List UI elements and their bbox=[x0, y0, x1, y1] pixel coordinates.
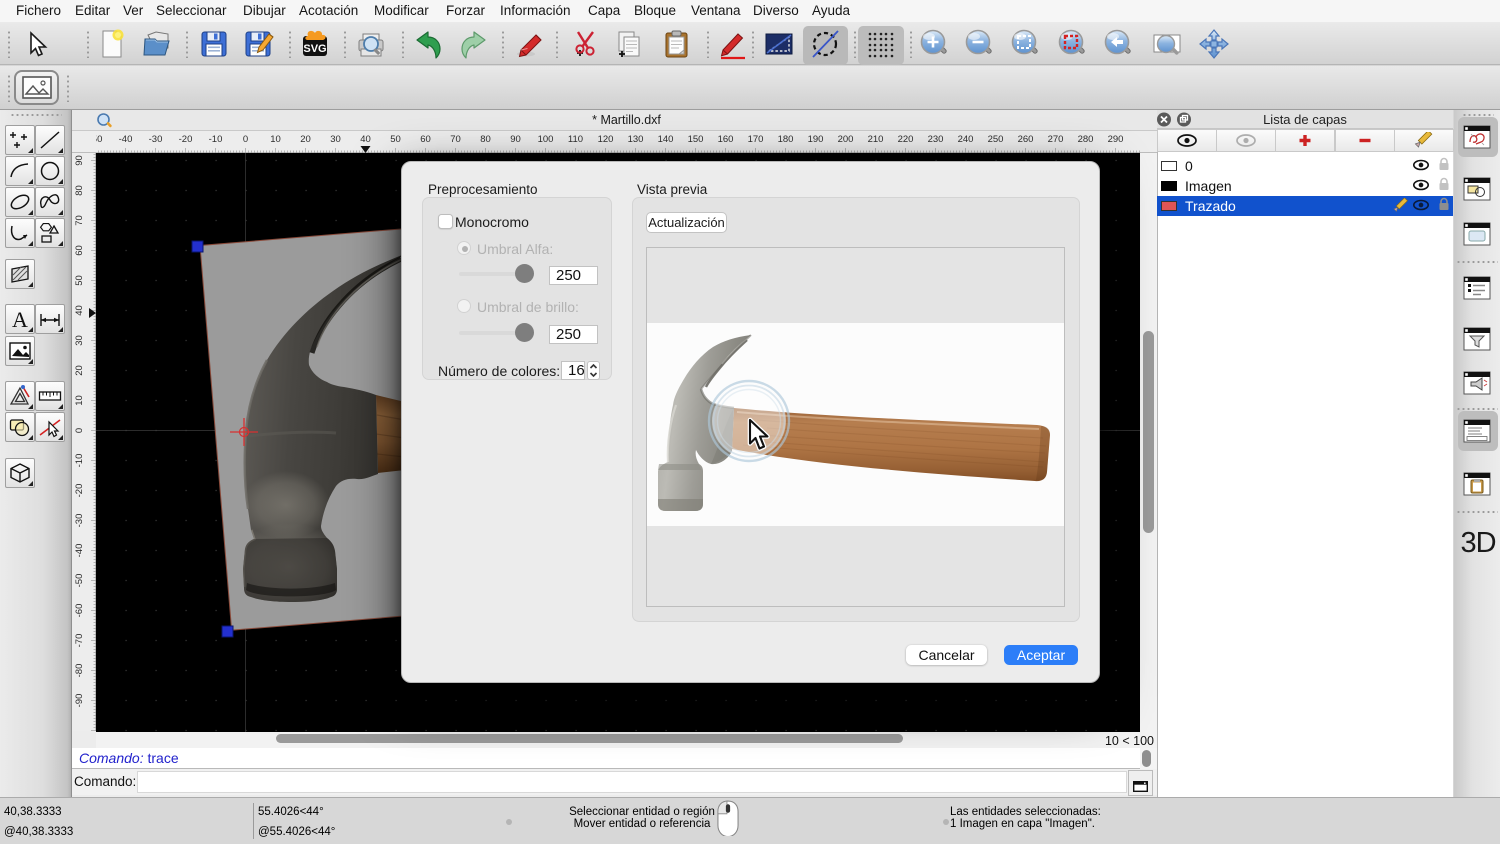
svg-text:30: 30 bbox=[74, 335, 85, 346]
svg-text:0: 0 bbox=[243, 134, 248, 145]
svg-text:0: 0 bbox=[74, 428, 85, 433]
svg-text:270: 270 bbox=[1048, 134, 1064, 145]
svg-text:-10: -10 bbox=[74, 454, 85, 468]
svg-text:-60: -60 bbox=[74, 604, 85, 618]
svg-text:80: 80 bbox=[74, 185, 85, 196]
svg-text:-20: -20 bbox=[179, 134, 193, 145]
svg-text:40: 40 bbox=[74, 305, 85, 316]
svg-text:250: 250 bbox=[988, 134, 1004, 145]
svg-text:90: 90 bbox=[74, 155, 85, 166]
svg-text:290: 290 bbox=[1108, 134, 1124, 145]
svg-text:-50: -50 bbox=[96, 134, 102, 145]
svg-text:210: 210 bbox=[868, 134, 884, 145]
svg-text:230: 230 bbox=[928, 134, 944, 145]
svg-text:70: 70 bbox=[450, 134, 461, 145]
svg-text:-30: -30 bbox=[149, 134, 163, 145]
svg-text:20: 20 bbox=[74, 365, 85, 376]
svg-text:70: 70 bbox=[74, 215, 85, 226]
svg-text:-70: -70 bbox=[74, 634, 85, 648]
svg-text:80: 80 bbox=[480, 134, 491, 145]
svg-text:A: A bbox=[12, 307, 28, 332]
svg-text:40: 40 bbox=[360, 134, 371, 145]
svg-text:60: 60 bbox=[420, 134, 431, 145]
svg-text:SVG: SVG bbox=[303, 43, 326, 55]
svg-text:280: 280 bbox=[1078, 134, 1094, 145]
svg-text:50: 50 bbox=[74, 275, 85, 286]
svg-text:-90: -90 bbox=[74, 694, 85, 708]
svg-text:190: 190 bbox=[808, 134, 824, 145]
svg-text:110: 110 bbox=[568, 134, 583, 145]
svg-text:-40: -40 bbox=[119, 134, 133, 145]
svg-text:10: 10 bbox=[74, 395, 85, 406]
svg-text:240: 240 bbox=[958, 134, 974, 145]
svg-text:140: 140 bbox=[658, 134, 674, 145]
svg-text:120: 120 bbox=[598, 134, 614, 145]
svg-text:50: 50 bbox=[390, 134, 401, 145]
svg-text:180: 180 bbox=[778, 134, 794, 145]
svg-text:60: 60 bbox=[74, 245, 85, 256]
svg-text:260: 260 bbox=[1018, 134, 1034, 145]
svg-text:10: 10 bbox=[270, 134, 281, 145]
svg-text:200: 200 bbox=[838, 134, 854, 145]
svg-text:220: 220 bbox=[898, 134, 914, 145]
svg-text:-40: -40 bbox=[74, 544, 85, 558]
svg-text:160: 160 bbox=[718, 134, 734, 145]
svg-text:100: 100 bbox=[538, 134, 554, 145]
svg-text:20: 20 bbox=[300, 134, 311, 145]
svg-text:90: 90 bbox=[510, 134, 521, 145]
svg-text:170: 170 bbox=[748, 134, 764, 145]
svg-text:30: 30 bbox=[330, 134, 341, 145]
svg-text:-30: -30 bbox=[74, 514, 85, 528]
svg-text:-20: -20 bbox=[74, 484, 85, 498]
svg-text:150: 150 bbox=[688, 134, 704, 145]
svg-text:130: 130 bbox=[628, 134, 644, 145]
svg-text:-50: -50 bbox=[74, 574, 85, 588]
svg-text:-10: -10 bbox=[209, 134, 223, 145]
svg-text:-80: -80 bbox=[74, 664, 85, 678]
